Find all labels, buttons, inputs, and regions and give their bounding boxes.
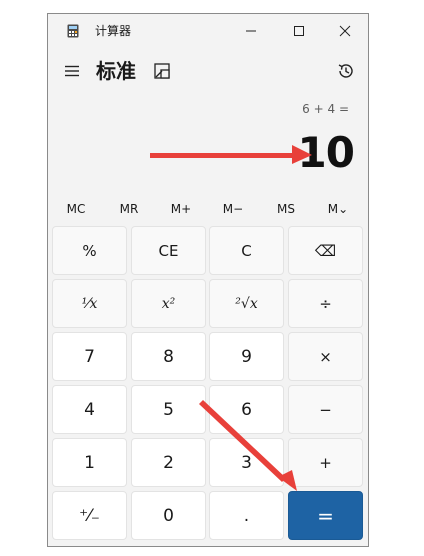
calculator-window: 计算器 标准 6 + 4 = 10 MC MR M+ M− MS M⌄ % CE…	[47, 13, 369, 547]
title-bar[interactable]: 计算器	[48, 14, 368, 48]
digit-5-button[interactable]: 5	[131, 385, 206, 434]
digit-9-button[interactable]: 9	[209, 332, 284, 381]
add-button[interactable]: +	[288, 438, 363, 487]
close-icon	[339, 25, 351, 37]
divide-button[interactable]: ÷	[288, 279, 363, 328]
square-root-button[interactable]: ²√x	[209, 279, 284, 328]
memory-clear-button[interactable]: MC	[50, 198, 102, 220]
digit-6-button[interactable]: 6	[209, 385, 284, 434]
expression-display: 6 + 4 =	[302, 102, 349, 116]
app-title: 计算器	[95, 24, 132, 38]
digit-2-button[interactable]: 2	[131, 438, 206, 487]
subtract-button[interactable]: −	[288, 385, 363, 434]
memory-list-button[interactable]: M⌄	[312, 198, 364, 220]
percent-button[interactable]: %	[52, 226, 127, 275]
memory-subtract-button[interactable]: M−	[207, 198, 259, 220]
close-button[interactable]	[322, 14, 368, 48]
result-display: 10	[297, 128, 355, 177]
multiply-button[interactable]: ×	[288, 332, 363, 381]
digit-0-button[interactable]: 0	[131, 491, 206, 540]
memory-row: MC MR M+ M− MS M⌄	[48, 198, 368, 220]
memory-add-button[interactable]: M+	[155, 198, 207, 220]
square-button[interactable]: x²	[131, 279, 206, 328]
clear-entry-button[interactable]: CE	[131, 226, 206, 275]
backspace-button[interactable]: ⌫	[288, 226, 363, 275]
history-icon[interactable]	[336, 61, 356, 81]
maximize-button[interactable]	[276, 14, 322, 48]
digit-7-button[interactable]: 7	[52, 332, 127, 381]
memory-recall-button[interactable]: MR	[103, 198, 155, 220]
digit-1-button[interactable]: 1	[52, 438, 127, 487]
minimize-button[interactable]	[228, 14, 274, 48]
decimal-button[interactable]: .	[209, 491, 284, 540]
maximize-icon	[294, 26, 304, 36]
menu-icon[interactable]	[63, 62, 81, 80]
calculator-app-icon	[67, 24, 79, 38]
reciprocal-button[interactable]: ¹⁄x	[52, 279, 127, 328]
digit-3-button[interactable]: 3	[209, 438, 284, 487]
header: 标准	[48, 54, 368, 88]
equals-button[interactable]: =	[288, 491, 363, 540]
minimize-icon	[246, 30, 256, 32]
mode-title: 标准	[96, 59, 136, 83]
digit-4-button[interactable]: 4	[52, 385, 127, 434]
keep-on-top-icon[interactable]	[153, 62, 171, 80]
digit-8-button[interactable]: 8	[131, 332, 206, 381]
memory-store-button[interactable]: MS	[260, 198, 312, 220]
clear-button[interactable]: C	[209, 226, 284, 275]
negate-button[interactable]: ⁺⁄₋	[52, 491, 127, 540]
